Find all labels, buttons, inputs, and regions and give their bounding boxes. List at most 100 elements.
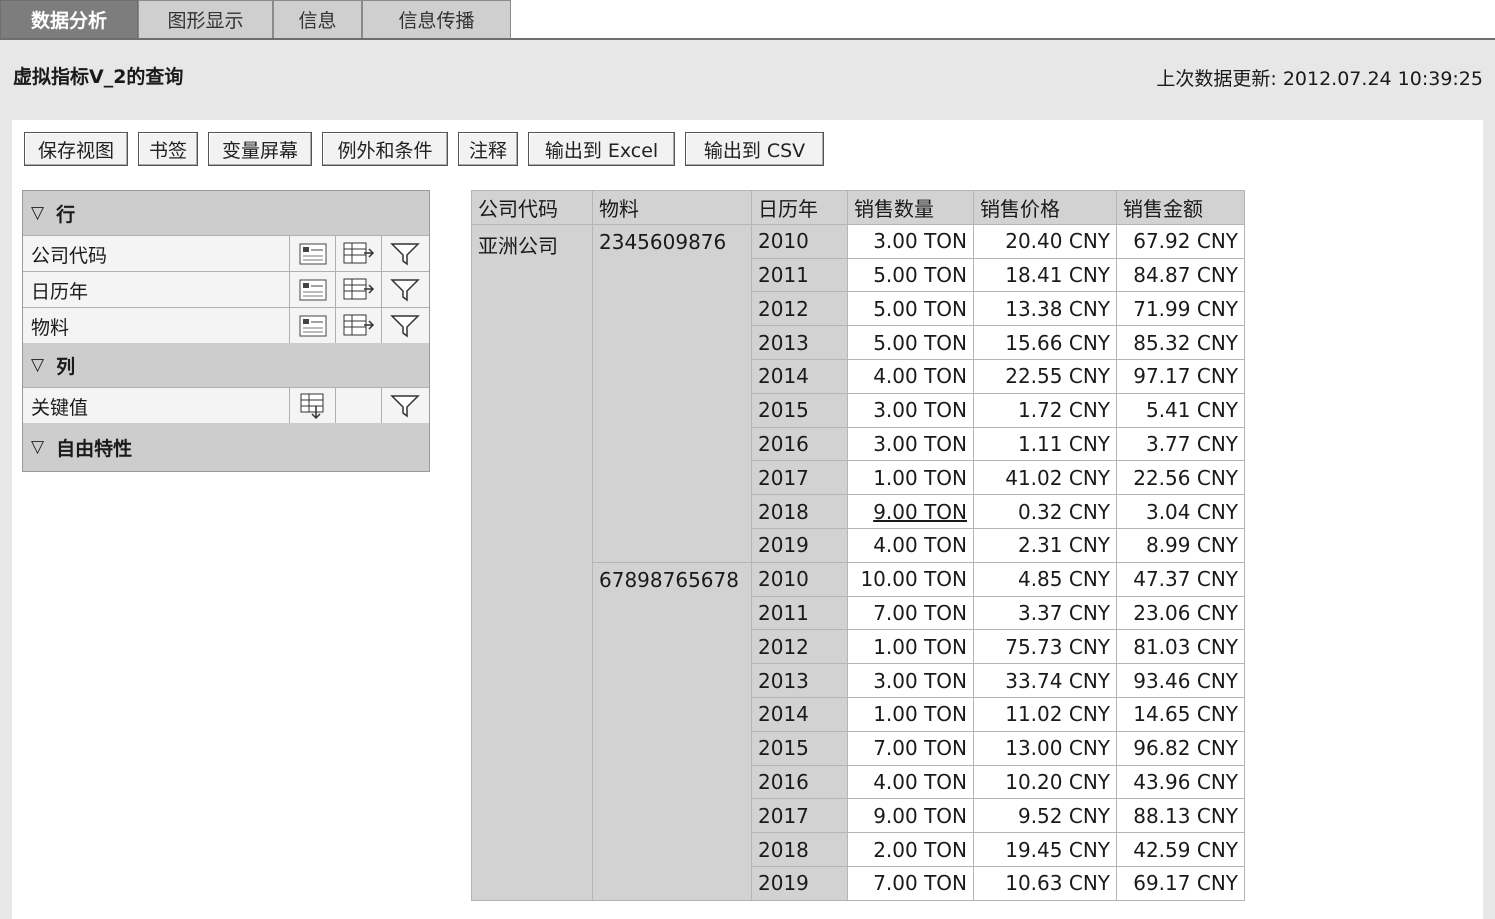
- filter-icon[interactable]: [381, 272, 427, 308]
- amount-cell: 22.56 CNY: [1116, 460, 1245, 496]
- quantity-cell: 4.00 TON: [847, 358, 974, 394]
- bookmark-button[interactable]: 书签: [138, 132, 198, 166]
- amount-cell: 8.99 CNY: [1116, 527, 1245, 563]
- year-cell[interactable]: 2011: [751, 257, 848, 293]
- quantity-cell: 7.00 TON: [847, 730, 974, 766]
- amount-cell: 23.06 CNY: [1116, 595, 1245, 631]
- year-cell[interactable]: 2018: [751, 494, 848, 529]
- quantity-cell: 10.00 TON: [847, 561, 974, 597]
- amount-cell: 3.77 CNY: [1116, 426, 1245, 462]
- price-cell: 18.41 CNY: [973, 257, 1117, 293]
- price-cell: 15.66 CNY: [973, 325, 1117, 360]
- tab-graphics[interactable]: 图形显示: [138, 0, 273, 38]
- quantity-cell: 1.00 TON: [847, 460, 974, 496]
- free-characteristics-title: 自由特性: [56, 437, 133, 460]
- data-table: 公司代码 物料 日历年 销售数量 销售价格 销售金额 亚洲公司 234560987…: [471, 190, 1245, 901]
- collapse-triangle-icon[interactable]: ▽: [31, 203, 44, 223]
- price-cell: 4.85 CNY: [973, 561, 1117, 597]
- col-header-year[interactable]: 日历年: [751, 190, 848, 225]
- quantity-cell: 4.00 TON: [847, 527, 974, 563]
- quantity-cell: 4.00 TON: [847, 764, 974, 800]
- year-cell[interactable]: 2014: [751, 696, 848, 732]
- amount-cell: 3.04 CNY: [1116, 494, 1245, 529]
- save-view-button[interactable]: 保存视图: [24, 132, 128, 166]
- hierarchy-icon[interactable]: [289, 236, 335, 272]
- tab-data-analysis[interactable]: 数据分析: [0, 0, 138, 38]
- quantity-cell: 2.00 TON: [847, 832, 974, 867]
- quantity-cell: 7.00 TON: [847, 865, 974, 901]
- move-to-columns-icon[interactable]: [335, 308, 381, 344]
- tab-info[interactable]: 信息: [273, 0, 362, 38]
- col-header-price[interactable]: 销售价格: [973, 190, 1117, 225]
- price-cell: 75.73 CNY: [973, 629, 1117, 665]
- free-characteristics-header[interactable]: ▽ 自由特性: [23, 423, 429, 471]
- filter-icon[interactable]: [381, 236, 427, 272]
- export-excel-button[interactable]: 输出到 Excel: [528, 132, 675, 166]
- export-csv-button[interactable]: 输出到 CSV: [685, 132, 824, 166]
- quantity-cell: 3.00 TON: [847, 392, 974, 428]
- collapse-triangle-icon[interactable]: ▽: [31, 355, 44, 375]
- price-cell: 2.31 CNY: [973, 527, 1117, 563]
- tab-broadcast[interactable]: 信息传播: [362, 0, 511, 38]
- filter-icon[interactable]: [381, 388, 427, 424]
- rows-section-header[interactable]: ▽ 行: [23, 191, 429, 235]
- move-to-rows-icon[interactable]: [289, 388, 335, 424]
- year-cell[interactable]: 2017: [751, 460, 848, 496]
- year-cell[interactable]: 2017: [751, 798, 848, 834]
- nav-row-label: 公司代码: [31, 245, 108, 267]
- last-update-label: 上次数据更新:: [1156, 68, 1277, 90]
- amount-cell: 93.46 CNY: [1116, 663, 1245, 698]
- filter-icon[interactable]: [381, 308, 427, 344]
- last-update: 上次数据更新: 2012.07.24 10:39:25: [1150, 64, 1483, 91]
- variable-screen-button[interactable]: 变量屏幕: [208, 132, 312, 166]
- hierarchy-icon[interactable]: [289, 308, 335, 344]
- year-cell[interactable]: 2014: [751, 358, 848, 394]
- year-cell[interactable]: 2019: [751, 865, 848, 901]
- last-update-value: 2012.07.24 10:39:25: [1282, 68, 1483, 90]
- hierarchy-icon[interactable]: [289, 272, 335, 308]
- comments-button[interactable]: 注释: [458, 132, 518, 166]
- collapse-triangle-icon[interactable]: ▽: [31, 437, 44, 457]
- material-cell[interactable]: 67898765678: [592, 561, 752, 901]
- col-header-quantity[interactable]: 销售数量: [847, 190, 974, 225]
- quantity-cell: 3.00 TON: [847, 663, 974, 698]
- move-to-columns-icon[interactable]: [335, 236, 381, 272]
- col-header-company[interactable]: 公司代码: [471, 190, 593, 225]
- table-row: 亚洲公司 2345609876 2010 3.00 TON 20.40 CNY 67.92…: [471, 223, 1245, 901]
- amount-cell: 84.87 CNY: [1116, 257, 1245, 293]
- quantity-cell: 5.00 TON: [847, 257, 974, 293]
- year-cell[interactable]: 2011: [751, 595, 848, 631]
- year-cell[interactable]: 2015: [751, 392, 848, 428]
- year-cell[interactable]: 2010: [751, 223, 848, 259]
- price-cell: 11.02 CNY: [973, 696, 1117, 732]
- exceptions-conditions-button[interactable]: 例外和条件: [322, 132, 448, 166]
- material-cell[interactable]: 2345609876: [592, 223, 752, 563]
- quantity-link[interactable]: 9.00 TON: [873, 500, 967, 524]
- year-cell[interactable]: 2016: [751, 426, 848, 462]
- year-cell[interactable]: 2012: [751, 629, 848, 665]
- col-header-material[interactable]: 物料: [592, 190, 752, 225]
- year-cell[interactable]: 2019: [751, 527, 848, 563]
- price-cell: 1.72 CNY: [973, 392, 1117, 428]
- price-cell: 3.37 CNY: [973, 595, 1117, 631]
- amount-cell: 85.32 CNY: [1116, 325, 1245, 360]
- year-cell[interactable]: 2018: [751, 832, 848, 867]
- navigation-panel: ▽ 行 公司代码 日历年 物料 ▽ 列 关键值 ▽ 自由特性: [22, 190, 430, 472]
- year-cell[interactable]: 2013: [751, 663, 848, 698]
- year-cell[interactable]: 2012: [751, 291, 848, 327]
- move-to-columns-icon[interactable]: [335, 272, 381, 308]
- year-cell[interactable]: 2015: [751, 730, 848, 766]
- amount-cell: 14.65 CNY: [1116, 696, 1245, 732]
- price-cell: 22.55 CNY: [973, 358, 1117, 394]
- year-cell[interactable]: 2013: [751, 325, 848, 360]
- empty-cell: [335, 388, 381, 424]
- amount-cell: 69.17 CNY: [1116, 865, 1245, 901]
- amount-cell: 96.82 CNY: [1116, 730, 1245, 766]
- quantity-cell: 5.00 TON: [847, 291, 974, 327]
- year-cell[interactable]: 2016: [751, 764, 848, 800]
- quantity-cell: 3.00 TON: [847, 426, 974, 462]
- columns-section-header[interactable]: ▽ 列: [23, 343, 429, 387]
- year-cell[interactable]: 2010: [751, 561, 848, 597]
- col-header-amount[interactable]: 销售金额: [1116, 190, 1245, 225]
- company-cell[interactable]: 亚洲公司: [471, 223, 593, 901]
